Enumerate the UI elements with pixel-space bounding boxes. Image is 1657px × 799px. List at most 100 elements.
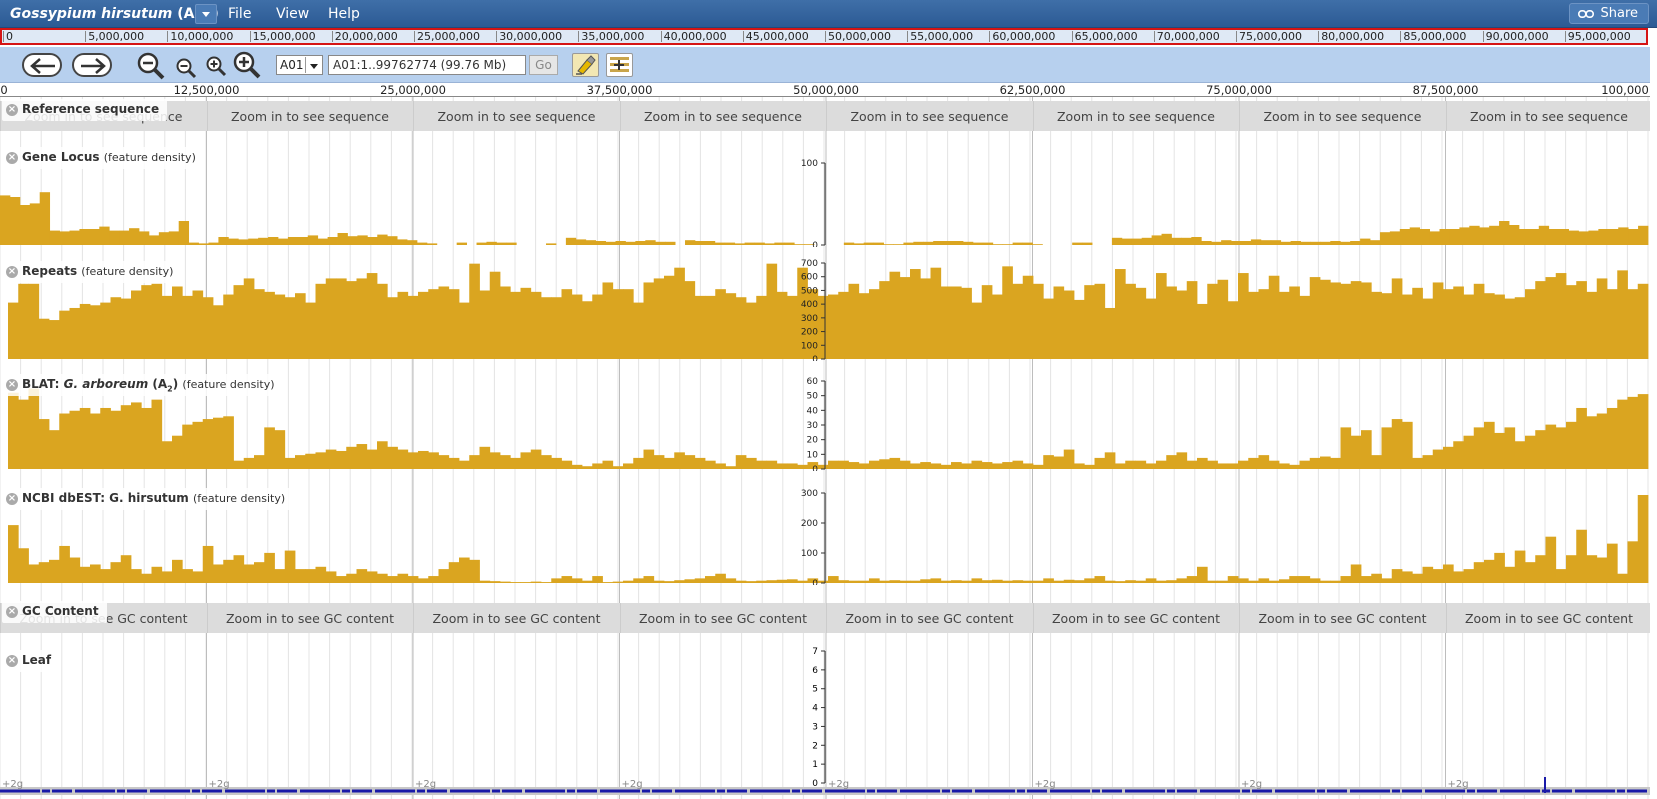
gc-content-band: Zoom in to see GC contentZoom in to see … bbox=[0, 603, 1650, 633]
density-bar bbox=[735, 580, 747, 583]
go-button[interactable]: Go bbox=[529, 55, 558, 75]
density-bar bbox=[1371, 291, 1382, 359]
density-bar bbox=[141, 407, 152, 469]
close-icon[interactable]: × bbox=[6, 606, 18, 618]
density-bar bbox=[961, 463, 972, 469]
density-bar bbox=[858, 580, 870, 583]
ruler-tick: 62,500,000 bbox=[999, 83, 1066, 97]
view-menu[interactable]: View bbox=[276, 6, 309, 22]
density-bar bbox=[992, 244, 1004, 245]
density-bar bbox=[889, 457, 901, 469]
density-bar bbox=[704, 241, 716, 245]
density-bar bbox=[1494, 552, 1505, 583]
density-bar bbox=[500, 581, 511, 583]
leaf-mark: +2g bbox=[828, 779, 849, 790]
track-label-gc[interactable]: × GC Content bbox=[2, 601, 107, 623]
density-bar bbox=[592, 576, 603, 583]
axis-tick-label: 700 bbox=[801, 259, 818, 269]
density-bar bbox=[1171, 237, 1182, 245]
track-label-reference[interactable]: × Reference sequence bbox=[2, 99, 168, 121]
density-bar bbox=[893, 244, 904, 245]
track-label-gene-locus[interactable]: × Gene Locus (feature density) bbox=[2, 147, 204, 169]
density-bar bbox=[774, 242, 785, 245]
density-bar bbox=[913, 241, 924, 245]
close-icon[interactable]: × bbox=[6, 493, 18, 505]
density-bar bbox=[602, 460, 614, 469]
density-bar bbox=[843, 242, 855, 245]
density-bar bbox=[158, 232, 170, 245]
track-area[interactable]: Zoom in to see sequence Zoom in to see se… bbox=[0, 97, 1650, 799]
share-button[interactable]: Share bbox=[1569, 3, 1649, 24]
dataset-dropdown-button[interactable] bbox=[195, 4, 217, 24]
navigation-bar: A01 Go bbox=[0, 47, 1650, 83]
density-bar bbox=[1637, 394, 1649, 469]
ruler-tick: 12,500,000 bbox=[173, 83, 240, 97]
density-bar bbox=[336, 450, 347, 469]
close-icon[interactable]: × bbox=[6, 152, 18, 164]
density-bar bbox=[910, 463, 921, 469]
density-bar bbox=[582, 580, 593, 583]
density-bar bbox=[694, 295, 706, 359]
close-icon[interactable]: × bbox=[6, 266, 18, 278]
zoom-in-small-icon[interactable] bbox=[205, 55, 227, 77]
blat-label-species: G. arboreum bbox=[63, 377, 149, 391]
axis-tick-label: 5 bbox=[812, 685, 818, 695]
density-bar bbox=[476, 242, 487, 245]
help-menu[interactable]: Help bbox=[328, 6, 360, 22]
zoom-message: Zoom in to see sequence bbox=[1239, 101, 1445, 131]
gene-locus-histogram: 100 0 bbox=[0, 159, 1649, 247]
density-bar bbox=[1104, 452, 1116, 469]
zoom-out-small-icon[interactable] bbox=[175, 57, 197, 79]
density-bar bbox=[1022, 463, 1034, 469]
density-bar bbox=[715, 289, 726, 359]
density-bar bbox=[551, 578, 562, 583]
select-divider bbox=[305, 57, 306, 73]
overview-scale[interactable]: 0 5,000,000 10,000,000 15,000,000 20,000,000… bbox=[0, 28, 1648, 45]
density-bar bbox=[910, 580, 921, 583]
close-icon[interactable]: × bbox=[6, 104, 18, 116]
density-bar bbox=[1258, 578, 1270, 583]
track-label-ncbi[interactable]: × NCBI dbEST: G. hirsutum (feature densit… bbox=[2, 488, 294, 510]
close-icon[interactable]: × bbox=[6, 655, 18, 667]
add-tracks-button[interactable] bbox=[606, 53, 633, 77]
pan-right-button[interactable] bbox=[72, 53, 112, 77]
density-bar bbox=[356, 278, 368, 359]
density-bar bbox=[1268, 580, 1280, 583]
density-bar bbox=[725, 466, 737, 469]
density-bar bbox=[643, 449, 655, 469]
density-bar bbox=[1115, 463, 1126, 469]
zoom-in-large-icon[interactable] bbox=[232, 50, 262, 80]
density-bar bbox=[448, 457, 460, 469]
density-bar bbox=[1607, 289, 1618, 359]
repeats-label: Repeats bbox=[22, 264, 78, 278]
density-bar bbox=[479, 290, 491, 359]
density-bar bbox=[1299, 295, 1311, 359]
density-bar bbox=[920, 278, 931, 359]
zoom-out-large-icon[interactable] bbox=[136, 51, 166, 81]
density-bar bbox=[1535, 430, 1546, 469]
density-bar bbox=[1361, 282, 1372, 359]
close-icon[interactable]: × bbox=[6, 379, 18, 391]
density-bar bbox=[633, 457, 644, 469]
density-bar bbox=[1207, 283, 1218, 359]
density-bar bbox=[1586, 555, 1598, 583]
track-label-blat[interactable]: × BLAT: G. arboreum (A2) (feature density… bbox=[2, 374, 283, 396]
density-bar bbox=[1596, 278, 1608, 359]
density-bar bbox=[1300, 241, 1311, 245]
pan-left-button[interactable] bbox=[22, 53, 62, 77]
refseq-select[interactable]: A01 bbox=[276, 55, 323, 75]
highlight-button[interactable] bbox=[572, 53, 599, 77]
dataset-species: Gossypium hirsutum bbox=[10, 6, 173, 22]
track-label-repeats[interactable]: × Repeats (feature density) bbox=[2, 261, 182, 283]
density-bar bbox=[208, 242, 219, 245]
file-menu[interactable]: File bbox=[228, 6, 251, 22]
density-bar bbox=[674, 580, 685, 583]
density-bar bbox=[776, 579, 788, 583]
density-bar bbox=[940, 286, 952, 359]
density-bar bbox=[623, 580, 634, 583]
density-bar bbox=[1201, 241, 1212, 245]
density-bar bbox=[838, 291, 849, 359]
location-input[interactable] bbox=[328, 55, 526, 75]
density-bar bbox=[1084, 285, 1095, 359]
track-label-leaf[interactable]: × Leaf bbox=[2, 650, 60, 672]
